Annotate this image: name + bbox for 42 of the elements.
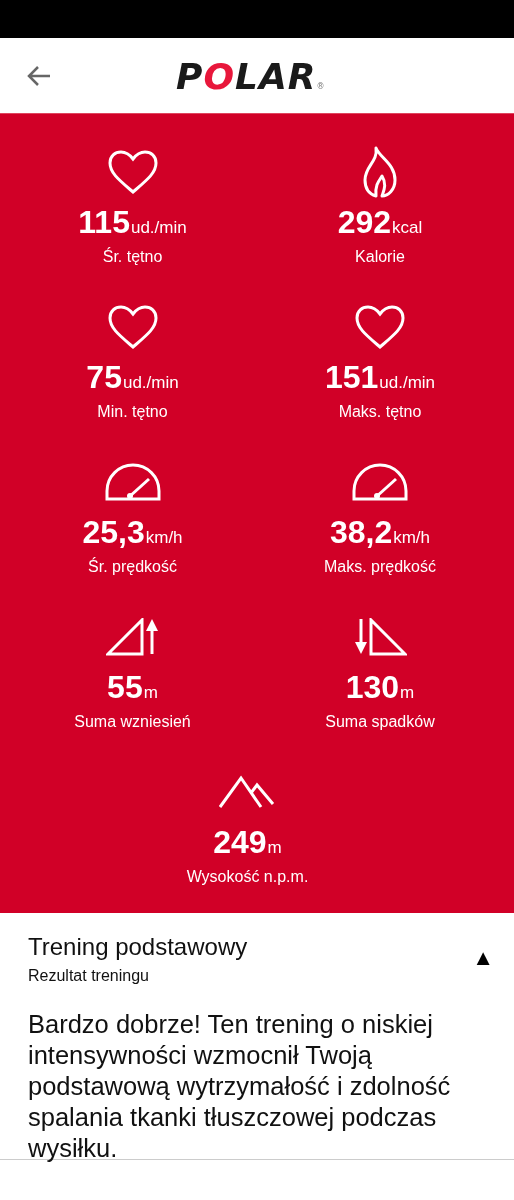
- stat-value: 151: [324, 359, 379, 395]
- stat-unit: m: [400, 683, 415, 702]
- stat-unit: m: [267, 838, 282, 857]
- stat-value: 25,3: [82, 514, 145, 550]
- heart-icon: [106, 304, 159, 350]
- stat-label: Kalorie: [355, 247, 405, 267]
- stat-value: 130: [345, 669, 400, 705]
- stat-unit: m: [143, 683, 158, 702]
- stat-label: Suma wzniesień: [74, 712, 191, 732]
- stat-unit: km/h: [393, 528, 431, 547]
- stat-unit: kcal: [392, 218, 423, 237]
- heart-icon: [106, 149, 159, 195]
- mountain-icon: [219, 775, 276, 809]
- ascent-icon: [105, 618, 160, 656]
- stat-label: Śr. prędkość: [88, 556, 177, 577]
- speedometer-icon: [352, 463, 408, 501]
- stat-label: Min. tętno: [97, 402, 168, 422]
- speedometer-icon: [104, 463, 161, 501]
- stat-unit: ud./min: [379, 373, 436, 392]
- flame-icon: [362, 146, 398, 198]
- stat-value: 38,2: [329, 514, 393, 550]
- back-arrow-icon[interactable]: [26, 64, 52, 87]
- stat-value: 292: [337, 204, 392, 240]
- stat-label: Maks. prędkość: [323, 557, 436, 577]
- stat-value: 249: [213, 824, 267, 860]
- logo: POLAR®: [176, 56, 326, 97]
- result-subtitle: Rezultat treningu: [28, 966, 150, 986]
- heart-icon: [354, 304, 406, 350]
- stat-unit: km/h: [145, 528, 183, 547]
- stat-label: Maks. tętno: [338, 402, 422, 422]
- stat-value: 75: [86, 359, 122, 395]
- stat-label: Suma spadków: [325, 712, 435, 732]
- stat-value: 115: [78, 204, 130, 240]
- stat-label: Śr. tętno: [102, 246, 163, 267]
- descent-icon: [353, 618, 407, 656]
- result-title: Trening podstawowy: [28, 932, 248, 962]
- stat-label: Wysokość n.p.m.: [186, 867, 309, 887]
- stat-unit: ud./min: [130, 218, 187, 237]
- stat-value: 55: [107, 669, 143, 705]
- result-description: Bardzo dobrze! Ten trening o niskiej intensywności wzmocnił Twoją podstawową wytrzymałość i zdolność spalania tkanki tłuszczowej podczas wysiłku.: [28, 1009, 452, 1164]
- collapse-toggle[interactable]: ▲: [472, 945, 494, 971]
- stat-unit: ud./min: [122, 373, 179, 392]
